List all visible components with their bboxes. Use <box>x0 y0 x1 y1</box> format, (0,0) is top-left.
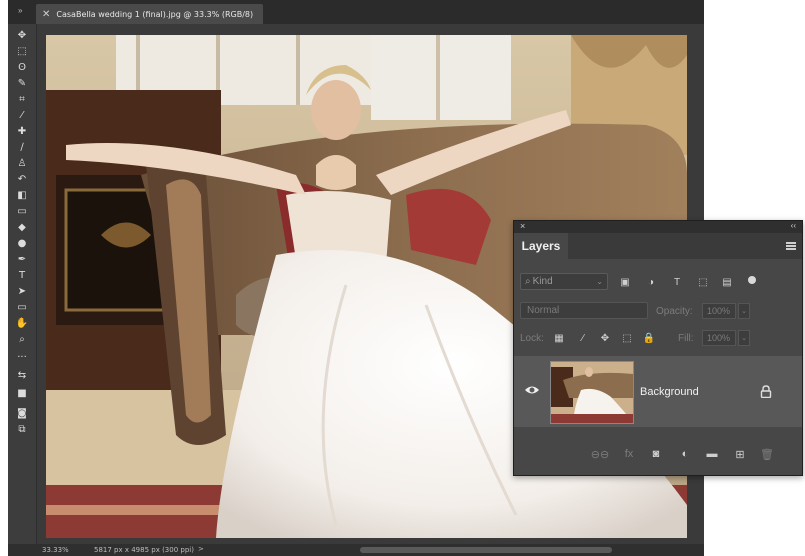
eyedropper-tool-icon[interactable]: ⁄ <box>13 108 31 122</box>
crop-tool-icon[interactable]: ⌗ <box>13 92 31 106</box>
filter-kind-value: Kind <box>532 276 553 287</box>
adjustment-layer-icon[interactable]: ◐ <box>677 447 693 461</box>
quick-mask-icon[interactable]: ◙ <box>13 406 31 420</box>
link-layers-icon[interactable]: ⊖⊖ <box>591 447 609 461</box>
fill-field[interactable]: 100% <box>702 330 736 346</box>
adjustment-layer-filter-icon[interactable]: ◑ <box>644 276 658 288</box>
document-dimensions: 5817 px x 4985 px (300 ppi) <box>94 546 194 554</box>
quick-selection-tool-icon[interactable]: ✎ <box>13 76 31 90</box>
fill-dropdown-icon[interactable]: ⌄ <box>738 330 750 346</box>
fill-label: Fill: <box>678 333 694 344</box>
type-layer-filter-icon[interactable]: T <box>670 276 684 288</box>
new-group-folder-icon[interactable]: ▬ <box>704 447 720 461</box>
document-tab-title: CasaBella wedding 1 (final).jpg @ 33.3% … <box>56 9 254 19</box>
healing-brush-tool-icon[interactable]: ✚ <box>13 124 31 138</box>
history-brush-tool-icon[interactable]: ↶ <box>13 172 31 186</box>
tools-panel: ✥ ⬚ ʘ ✎ ⌗ ⁄ ✚ ∕ ♙ ↶ ◧ ▭ ◆ ● ✒ T ➤ ▭ ✋ ⌕ ··· ⇆ ■ ◙ ⧉ <box>8 24 37 544</box>
smart-object-filter-icon[interactable]: ▤ <box>720 276 734 288</box>
search-icon: ⌕ <box>525 276 531 287</box>
visibility-eye-icon[interactable] <box>524 384 540 396</box>
blur-tool-icon[interactable]: ◆ <box>13 220 31 234</box>
opacity-label: Opacity: <box>656 306 693 317</box>
document-tab[interactable]: ✕ CasaBella wedding 1 (final).jpg @ 33.3… <box>36 4 264 24</box>
move-tool-icon[interactable]: ✥ <box>13 28 31 42</box>
layers-panel: × ‹‹ Layers ⌕ Kind ⌄ ▣ ◑ T ⬚ ▤ Normal Op… <box>513 220 803 476</box>
marquee-tool-icon[interactable]: ⬚ <box>13 44 31 58</box>
zoom-level[interactable]: 33.33% <box>42 546 69 554</box>
lock-all-icon[interactable]: 🔒 <box>642 331 656 345</box>
color-swatches-icon[interactable]: ■ <box>13 386 31 400</box>
layer-lock-icon[interactable] <box>760 385 772 398</box>
lock-position-icon[interactable]: ✥ <box>598 331 612 345</box>
opacity-field[interactable]: 100% <box>702 303 736 319</box>
filter-kind-dropdown[interactable]: ⌕ Kind ⌄ <box>520 273 608 290</box>
close-document-icon[interactable]: ✕ <box>42 9 50 20</box>
horizontal-scrollbar[interactable] <box>360 547 612 553</box>
close-panel-icon[interactable]: × <box>520 221 525 231</box>
collapse-panel-icon[interactable]: ‹‹ <box>791 221 796 230</box>
status-bar: 33.33% 5817 px x 4985 px (300 ppi) > <box>8 544 704 556</box>
layer-style-fx-icon[interactable]: fx <box>621 447 637 461</box>
clone-stamp-tool-icon[interactable]: ♙ <box>13 156 31 170</box>
screen-mode-icon[interactable]: ⧉ <box>13 422 31 436</box>
layer-name[interactable]: Background <box>640 386 699 398</box>
blend-mode-dropdown[interactable]: Normal <box>520 302 648 319</box>
swap-colors-icon[interactable]: ⇆ <box>13 368 31 382</box>
layer-row-background[interactable]: Background <box>514 356 802 427</box>
new-layer-icon[interactable]: ⊞ <box>732 447 748 461</box>
type-tool-icon[interactable]: T <box>13 268 31 282</box>
layers-tab-row: Layers <box>514 233 802 259</box>
gradient-tool-icon[interactable]: ▭ <box>13 204 31 218</box>
pixel-layer-filter-icon[interactable]: ▣ <box>618 276 632 288</box>
layer-thumbnail <box>550 361 634 424</box>
eraser-tool-icon[interactable]: ◧ <box>13 188 31 202</box>
tab-layers[interactable]: Layers <box>514 233 568 259</box>
layers-panel-header: × ‹‹ <box>514 221 802 233</box>
shape-tool-icon[interactable]: ▭ <box>13 300 31 314</box>
more-tools-icon[interactable]: ··· <box>13 350 31 364</box>
panel-menu-icon[interactable] <box>786 242 796 250</box>
lock-artboard-icon[interactable]: ⬚ <box>620 331 634 345</box>
dodge-tool-icon[interactable]: ● <box>13 236 31 250</box>
hand-tool-icon[interactable]: ✋ <box>13 316 31 330</box>
delete-layer-trash-icon[interactable]: 🗑 <box>759 447 775 461</box>
lasso-tool-icon[interactable]: ʘ <box>13 60 31 74</box>
pen-tool-icon[interactable]: ✒ <box>13 252 31 266</box>
path-selection-tool-icon[interactable]: ➤ <box>13 284 31 298</box>
document-tab-bar: » ✕ CasaBella wedding 1 (final).jpg @ 33… <box>8 0 704 24</box>
lock-transparent-pixels-icon[interactable]: ▦ <box>552 331 566 345</box>
zoom-tool-icon[interactable]: ⌕ <box>13 332 31 346</box>
lock-image-pixels-icon[interactable]: ∕ <box>576 331 590 345</box>
status-menu-arrow[interactable]: > <box>198 545 204 553</box>
add-mask-icon[interactable]: ◙ <box>648 447 664 461</box>
lock-label: Lock: <box>520 333 544 344</box>
chevron-down-icon: ⌄ <box>596 277 603 286</box>
shape-layer-filter-icon[interactable]: ⬚ <box>696 276 710 288</box>
blend-mode-value: Normal <box>527 305 560 316</box>
opacity-dropdown-icon[interactable]: ⌄ <box>738 303 750 319</box>
brush-tool-icon[interactable]: ∕ <box>13 140 31 154</box>
panel-collapse-icon[interactable]: » <box>18 6 22 15</box>
filter-toggle-switch[interactable] <box>748 276 756 284</box>
